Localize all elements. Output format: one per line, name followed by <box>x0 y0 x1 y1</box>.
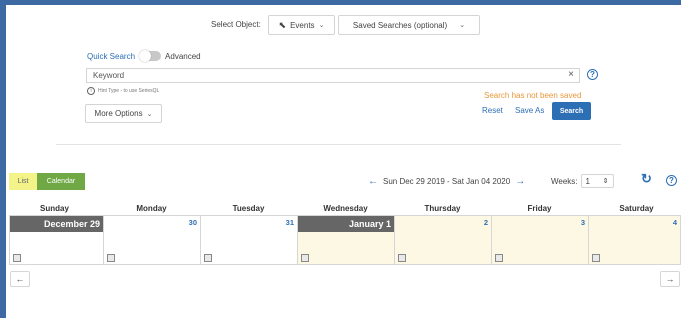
divider <box>56 144 621 145</box>
saved-searches-select[interactable]: Saved Searches (optional) ⌄ <box>338 15 480 35</box>
save-as-link[interactable]: Save As <box>515 106 544 115</box>
hint-row: i Hint Type - to use SeriesQL <box>87 87 159 95</box>
object-select-value: Events <box>290 20 315 30</box>
day-header-saturday: Saturday <box>619 204 654 213</box>
mode-switch[interactable] <box>139 50 162 62</box>
day-cell-sunday[interactable]: December 29 <box>9 215 104 265</box>
refresh-icon[interactable]: ↻ <box>641 171 652 187</box>
chevron-down-icon: ⌄ <box>318 22 325 29</box>
prev-arrow-icon[interactable]: ← <box>10 271 30 287</box>
quick-search-link[interactable]: Quick Search <box>87 52 135 61</box>
reset-link[interactable]: Reset <box>482 106 503 115</box>
day-date-label: 30 <box>188 218 197 227</box>
day-date-label: December 29 <box>10 216 103 232</box>
stepper-icon: ⇕ <box>602 178 609 185</box>
help-icon[interactable]: ? <box>587 69 598 80</box>
page: Select Object: ⬉ Events ⌄ Saved Searches… <box>6 5 681 318</box>
more-options-button[interactable]: More Options ⌄ <box>85 104 162 123</box>
edit-icon[interactable] <box>398 254 406 262</box>
weeks-value: 1 <box>585 176 590 186</box>
edit-icon[interactable] <box>13 254 21 262</box>
day-cell-tuesday[interactable]: 31 <box>200 215 298 265</box>
edit-icon[interactable] <box>301 254 309 262</box>
edit-icon[interactable] <box>204 254 212 262</box>
date-range-nav: ← Sun Dec 29 2019 - Sat Jan 04 2020 → <box>368 176 525 187</box>
prev-week-icon[interactable]: ← <box>368 176 378 187</box>
weeks-control: Weeks: 1 ⇕ <box>551 174 614 188</box>
day-header-thursday: Thursday <box>424 204 461 213</box>
day-header-monday: Monday <box>136 204 167 213</box>
select-object-label: Select Object: <box>211 20 261 29</box>
more-options-label: More Options <box>94 109 143 118</box>
day-cell-thursday[interactable]: 2 <box>394 215 492 265</box>
day-header-sunday: Sunday <box>40 204 69 213</box>
weeks-stepper[interactable]: 1 ⇕ <box>580 174 614 188</box>
day-header-friday: Friday <box>527 204 552 213</box>
edit-icon[interactable] <box>495 254 503 262</box>
view-toggle: List Calendar <box>9 173 85 190</box>
day-cell-wednesday[interactable]: January 1 <box>297 215 395 265</box>
calendar-help-icon[interactable]: ? <box>666 175 677 186</box>
search-button[interactable]: Search <box>552 102 591 120</box>
chevron-down-icon: ⌄ <box>146 110 153 118</box>
date-range-text: Sun Dec 29 2019 - Sat Jan 04 2020 <box>383 177 511 186</box>
day-date-label: January 1 <box>298 216 394 232</box>
cursor-icon: ⬉ <box>278 19 287 30</box>
info-icon: i <box>87 87 95 95</box>
object-select[interactable]: ⬉ Events ⌄ <box>268 15 335 35</box>
day-cell-monday[interactable]: 30 <box>103 215 201 265</box>
keyword-field[interactable]: Keyword × <box>86 68 580 83</box>
list-tab[interactable]: List <box>9 173 37 190</box>
day-header-tuesday: Tuesday <box>232 204 265 213</box>
day-date-label: 4 <box>672 218 677 227</box>
edit-icon[interactable] <box>107 254 115 262</box>
hint-text: Hint Type - to use SeriesQL <box>98 88 160 94</box>
keyword-input[interactable]: Keyword <box>93 71 124 80</box>
switch-knob <box>139 50 152 62</box>
not-saved-message: Search has not been saved <box>484 91 582 100</box>
day-date-label: 31 <box>285 218 294 227</box>
next-arrow-icon[interactable]: → <box>660 271 680 287</box>
chevron-down-icon: ⌄ <box>459 22 466 29</box>
day-header-wednesday: Wednesday <box>323 204 368 213</box>
saved-searches-label: Saved Searches (optional) <box>352 20 448 30</box>
next-week-icon[interactable]: → <box>515 176 525 187</box>
day-date-label: 2 <box>483 218 488 227</box>
search-mode-toggle: Quick Search Advanced <box>87 50 201 62</box>
day-cell-friday[interactable]: 3 <box>491 215 589 265</box>
advanced-label[interactable]: Advanced <box>165 52 201 61</box>
weeks-label: Weeks: <box>551 176 578 186</box>
edit-icon[interactable] <box>592 254 600 262</box>
day-cell-saturday[interactable]: 4 <box>588 215 681 265</box>
day-date-label: 3 <box>580 218 585 227</box>
calendar-tab[interactable]: Calendar <box>37 173 85 190</box>
object-selector-row: Select Object: <box>211 16 261 33</box>
clear-icon[interactable]: × <box>568 69 574 80</box>
